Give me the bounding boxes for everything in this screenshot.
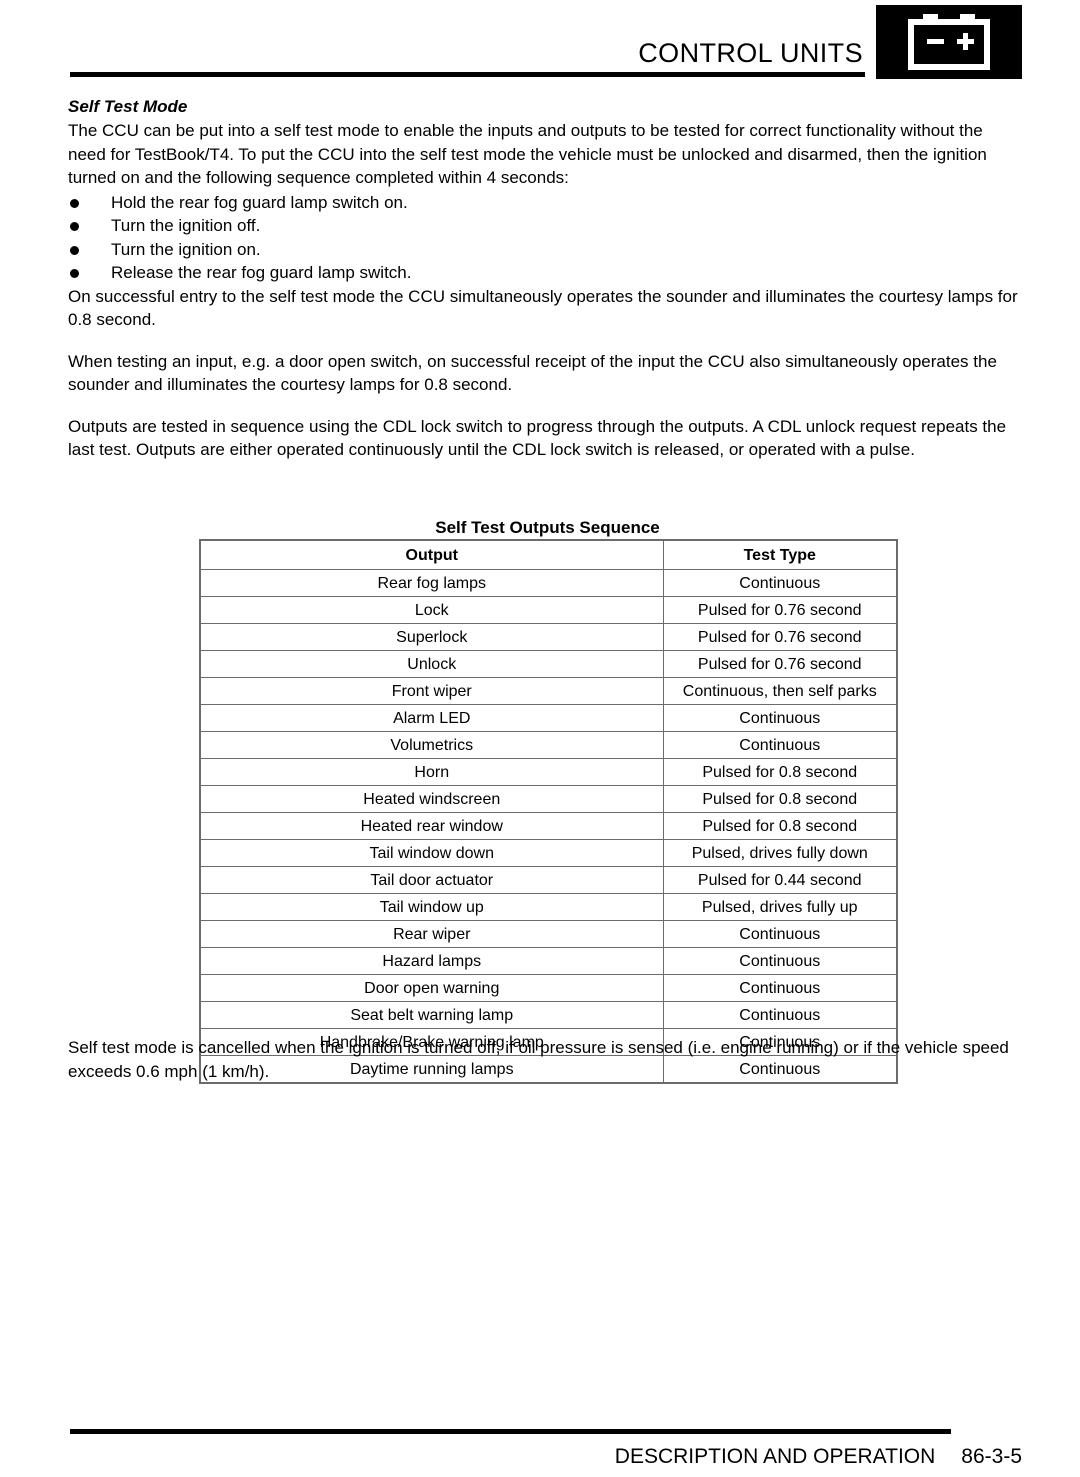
table-row: Heated windscreen Pulsed for 0.8 second bbox=[199, 785, 898, 813]
cell-output: Tail door actuator bbox=[199, 866, 664, 894]
body-paragraph-1: On successful entry to the self test mod… bbox=[68, 286, 1018, 330]
cell-test-type: Continuous bbox=[662, 920, 898, 948]
list-item: Turn the ignition off. bbox=[68, 214, 1022, 238]
table-row: Heated rear window Pulsed for 0.8 second bbox=[199, 812, 898, 840]
list-item-label: Release the rear fog guard lamp switch. bbox=[111, 263, 412, 282]
list-item: Turn the ignition on. bbox=[68, 238, 1022, 262]
cell-test-type: Pulsed for 0.8 second bbox=[662, 785, 898, 813]
cell-test-type: Pulsed for 0.76 second bbox=[662, 596, 898, 624]
table-row: Tail door actuator Pulsed for 0.44 secon… bbox=[199, 866, 898, 894]
cell-output: Alarm LED bbox=[199, 704, 664, 732]
cell-test-type: Continuous, then self parks bbox=[662, 677, 898, 705]
intro-paragraph: The CCU can be put into a self test mode… bbox=[68, 121, 987, 187]
table-row: Rear fog lamps Continuous bbox=[199, 569, 898, 597]
cell-test-type: Pulsed, drives fully up bbox=[662, 893, 898, 921]
table-row: Lock Pulsed for 0.76 second bbox=[199, 596, 898, 624]
outputs-table-section: Self Test Outputs Sequence Output Test T… bbox=[199, 517, 898, 1084]
cell-test-type: Continuous bbox=[662, 569, 898, 597]
cell-test-type: Pulsed for 0.8 second bbox=[662, 758, 898, 786]
cell-output: Tail window up bbox=[199, 893, 664, 921]
cell-output: Hazard lamps bbox=[199, 947, 664, 975]
cell-test-type: Pulsed, drives fully down bbox=[662, 839, 898, 867]
cell-output: Horn bbox=[199, 758, 664, 786]
page-header: CONTROL UNITS bbox=[0, 0, 1080, 88]
list-item: Hold the rear fog guard lamp switch on. bbox=[68, 191, 1022, 215]
table-row: Rear wiper Continuous bbox=[199, 920, 898, 948]
sequence-bullet-list: Hold the rear fog guard lamp switch on. … bbox=[68, 191, 1022, 285]
cell-output: Heated windscreen bbox=[199, 785, 664, 813]
closing-paragraph: Self test mode is cancelled when the ign… bbox=[68, 1038, 1009, 1081]
cell-output: Rear wiper bbox=[199, 920, 664, 948]
bullet-icon bbox=[70, 198, 79, 208]
bullet-icon bbox=[70, 222, 79, 231]
document-body: Self Test Mode The CCU can be put into a… bbox=[68, 96, 1022, 462]
bullet-icon bbox=[70, 245, 79, 255]
body-paragraph-3: Outputs are tested in sequence using the… bbox=[68, 416, 1007, 460]
list-item: Release the rear fog guard lamp switch. bbox=[68, 261, 1022, 285]
cell-output: Lock bbox=[199, 596, 664, 624]
table-row: Tail window down Pulsed, drives fully do… bbox=[199, 839, 898, 867]
cell-test-type: Pulsed for 0.76 second bbox=[662, 623, 898, 651]
table-row: Door open warning Continuous bbox=[199, 974, 898, 1002]
page-footer: DESCRIPTION AND OPERATION 86-3-5 bbox=[0, 1402, 1080, 1477]
cell-test-type: Pulsed for 0.8 second bbox=[662, 812, 898, 840]
cell-test-type: Pulsed for 0.44 second bbox=[662, 866, 898, 894]
page-title: CONTROL UNITS bbox=[638, 38, 863, 68]
cell-test-type: Continuous bbox=[662, 974, 898, 1002]
cell-output: Unlock bbox=[199, 650, 664, 678]
cell-output: Seat belt warning lamp bbox=[199, 1001, 664, 1029]
cell-test-type: Continuous bbox=[662, 1001, 898, 1029]
list-item-label: Turn the ignition on. bbox=[111, 239, 261, 259]
table-row: Horn Pulsed for 0.8 second bbox=[199, 758, 898, 786]
column-header-test-type: Test Type bbox=[662, 539, 898, 570]
cell-output: Heated rear window bbox=[199, 812, 664, 840]
body-paragraph-2: When testing an input, e.g. a door open … bbox=[68, 351, 997, 395]
battery-icon-glyph bbox=[908, 14, 990, 70]
table-row: Hazard lamps Continuous bbox=[199, 947, 898, 975]
table-row: Front wiper Continuous, then self parks bbox=[199, 677, 898, 705]
table-row: Superlock Pulsed for 0.76 second bbox=[199, 623, 898, 651]
table-header-row: Output Test Type bbox=[199, 539, 898, 570]
cell-test-type: Continuous bbox=[662, 704, 898, 732]
footer-section-label: DESCRIPTION AND OPERATION bbox=[614, 1445, 936, 1468]
footer-divider-rule bbox=[70, 1429, 951, 1434]
table-caption: Self Test Outputs Sequence bbox=[435, 518, 660, 537]
self-test-outputs-table: Output Test Type Rear fog lamps Continuo… bbox=[199, 539, 898, 1084]
list-item-label: Hold the rear fog guard lamp switch on. bbox=[111, 192, 408, 212]
cell-output: Door open warning bbox=[199, 974, 664, 1002]
header-divider-rule bbox=[70, 72, 865, 77]
footer-content: DESCRIPTION AND OPERATION 86-3-5 bbox=[615, 1444, 1022, 1469]
table-row: Tail window up Pulsed, drives fully up bbox=[199, 893, 898, 921]
cell-test-type: Continuous bbox=[662, 731, 898, 759]
cell-test-type: Continuous bbox=[662, 947, 898, 975]
table-row: Volumetrics Continuous bbox=[199, 731, 898, 759]
battery-icon bbox=[876, 5, 1022, 79]
cell-test-type: Pulsed for 0.76 second bbox=[662, 650, 898, 678]
cell-output: Front wiper bbox=[199, 677, 664, 705]
footer-page-number: 86-3-5 bbox=[961, 1445, 1022, 1468]
cell-output: Rear fog lamps bbox=[199, 569, 664, 597]
cell-output: Tail window down bbox=[199, 839, 664, 867]
section-heading: Self Test Mode bbox=[68, 97, 188, 116]
table-row: Seat belt warning lamp Continuous bbox=[199, 1001, 898, 1029]
table-row: Alarm LED Continuous bbox=[199, 704, 898, 732]
list-item-label: Turn the ignition off. bbox=[111, 216, 261, 235]
table-body: Rear fog lamps Continuous Lock Pulsed fo… bbox=[199, 569, 898, 1084]
cell-output: Volumetrics bbox=[199, 731, 664, 759]
table-row: Unlock Pulsed for 0.76 second bbox=[199, 650, 898, 678]
bullet-icon bbox=[70, 269, 79, 278]
column-header-output: Output bbox=[199, 539, 664, 570]
cell-output: Superlock bbox=[199, 623, 664, 651]
